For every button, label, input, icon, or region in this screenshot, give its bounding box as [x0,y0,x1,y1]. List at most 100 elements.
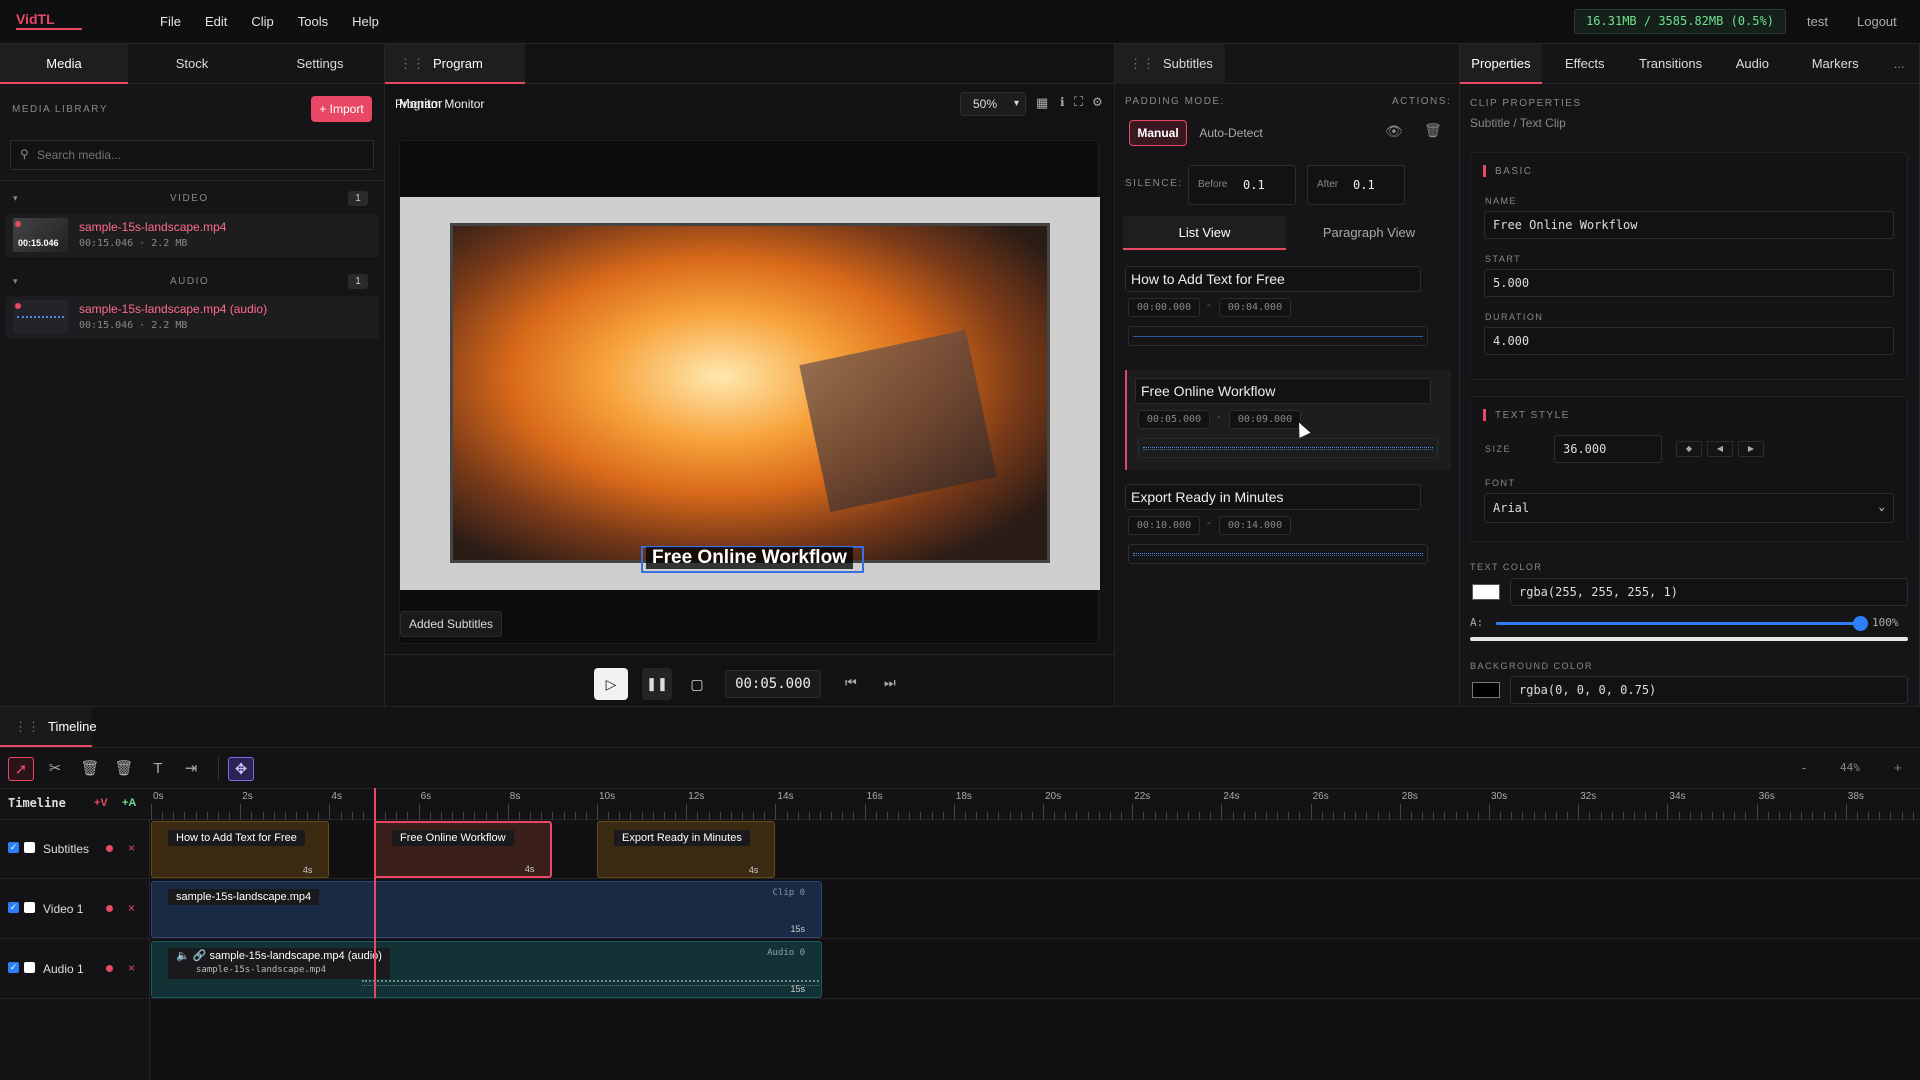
subtitle-end-field[interactable]: 00:09.000 [1229,410,1301,429]
pause-icon[interactable]: ❚❚ [642,668,672,700]
tab-media[interactable]: Media [0,44,128,84]
trash-icon[interactable]: 🗑 [111,757,137,781]
menu-clip[interactable]: Clip [251,14,273,29]
video-clip[interactable]: sample-15s-landscape.mp4 Clip 0 15s [151,881,823,938]
move-tool-icon[interactable]: ✥ [228,757,254,781]
track-lock-checkbox[interactable] [24,842,35,853]
tab-program-monitor[interactable]: ⋮⋮ Program Monitor [385,44,525,111]
playhead[interactable] [374,788,376,998]
track-visible-checkbox[interactable]: ✓ [8,962,19,973]
subtitle-item[interactable]: Export Ready in Minutes 00:10.000 - 00:1… [1125,484,1451,574]
tab-settings[interactable]: Settings [256,44,384,84]
size-field[interactable]: 36.000 [1554,435,1662,463]
subtitle-item[interactable]: How to Add Text for Free 00:00.000 - 00:… [1125,266,1451,356]
grid-icon[interactable]: ▦ [1036,95,1048,111]
stop-icon[interactable]: ▢ [682,668,712,700]
eye-icon[interactable]: 👁 [1385,123,1403,140]
zoom-in-button[interactable]: + [1894,760,1902,775]
zoom-select[interactable]: 50% ▾ [960,92,1026,116]
font-select[interactable]: Arial ⌄ [1484,493,1894,523]
delete-icon[interactable]: 🗑 [77,757,103,781]
auto-detect-button[interactable]: Auto-Detect [1191,120,1271,146]
media-item-video[interactable]: 00:15.046 sample-15s-landscape.mp4 00:15… [6,214,379,257]
chevron-down-icon[interactable]: ▾ [13,193,18,204]
menu-tools[interactable]: Tools [298,14,328,29]
scissors-icon[interactable]: ✂ [42,757,68,781]
subtitle-clip[interactable]: How to Add Text for Free 4s [151,821,330,878]
audio-clip[interactable]: 🔈 🔗 sample-15s-landscape.mp4 (audio) samp… [151,941,823,998]
track-lock-checkbox[interactable] [24,902,35,913]
duration-field[interactable]: 4.000 [1484,327,1894,355]
close-icon[interactable]: × [128,901,135,915]
subtitle-start-field[interactable]: 00:10.000 [1128,516,1200,535]
subtitle-text-field[interactable]: Free Online Workflow [1135,378,1431,404]
record-dot-icon[interactable] [106,845,113,852]
app-logo[interactable]: VidTL [16,11,55,27]
record-dot-icon[interactable] [106,905,113,912]
subtitle-clip-selected[interactable]: Free Online Workflow 4s [374,821,553,878]
tab-timeline[interactable]: ⋮⋮ Timeline [0,707,97,747]
split-icon[interactable]: ⇥ [178,757,204,781]
skip-back-icon[interactable]: ⏮ [845,675,857,691]
tab-stock[interactable]: Stock [128,44,256,84]
menu-edit[interactable]: Edit [205,14,227,29]
subtitle-item-active[interactable]: Free Online Workflow 00:05.000 - 00:09.0… [1125,370,1451,470]
tab-list-view[interactable]: List View [1123,216,1286,250]
name-field[interactable]: Free Online Workflow [1484,211,1894,239]
track-lock-checkbox[interactable] [24,962,35,973]
tab-paragraph-view[interactable]: Paragraph View [1286,216,1452,250]
track-visible-checkbox[interactable]: ✓ [8,842,19,853]
add-video-track-button[interactable]: +V [94,797,108,809]
subtitle-end-field[interactable]: 00:14.000 [1219,516,1291,535]
trash-icon[interactable]: 🗑 [1424,122,1442,139]
subtitle-start-field[interactable]: 00:00.000 [1128,298,1200,317]
silence-before-field[interactable]: Before 0.1 [1188,165,1296,205]
close-icon[interactable]: × [128,841,135,855]
subtitle-text-field[interactable]: Export Ready in Minutes [1125,484,1421,510]
text-color-swatch[interactable] [1472,584,1500,600]
subtitle-overlay[interactable]: Free Online Workflow [646,547,853,569]
skip-forward-icon[interactable]: ⏭ [884,675,896,691]
tab-effects[interactable]: Effects [1542,44,1628,84]
tab-transitions[interactable]: Transitions [1628,44,1714,84]
silence-after-field[interactable]: After 0.1 [1307,165,1405,205]
diamond-icon[interactable]: ◆ [1676,441,1702,457]
record-dot-icon[interactable] [106,965,113,972]
media-item-audio[interactable]: sample-15s-landscape.mp4 (audio) 00:15.0… [6,296,379,339]
bg-color-field[interactable]: rgba(0, 0, 0, 0.75) [1510,676,1908,704]
arrow-right-icon[interactable]: ▶ [1738,441,1764,457]
play-icon[interactable]: ▷ [594,668,628,700]
search-input[interactable] [37,145,367,165]
timeline-ruler[interactable]: 0s 2s 4s 6s 8s 10s 12s 14s 16s 18s 20s 22s 24s 26s 28s… [150,788,1920,820]
import-button[interactable]: + Import [311,96,372,122]
logout-button[interactable]: Logout [1857,14,1897,29]
text-color-field[interactable]: rgba(255, 255, 255, 1) [1510,578,1908,606]
track-visible-checkbox[interactable]: ✓ [8,902,19,913]
tab-properties[interactable]: Properties [1460,44,1542,84]
fullscreen-icon[interactable]: ⛶ [1074,94,1083,110]
subtitle-end-field[interactable]: 00:04.000 [1219,298,1291,317]
menu-file[interactable]: File [160,14,181,29]
arrow-left-icon[interactable]: ◀ [1707,441,1733,457]
zoom-out-button[interactable]: - [1802,760,1806,775]
tab-subtitles[interactable]: ⋮⋮ Subtitles [1115,44,1225,84]
subtitle-text-field[interactable]: How to Add Text for Free [1125,266,1421,292]
subtitle-clip[interactable]: Export Ready in Minutes 4s [597,821,776,878]
tab-audio[interactable]: Audio [1713,44,1791,84]
start-field[interactable]: 5.000 [1484,269,1894,297]
close-icon[interactable]: × [128,961,135,975]
manual-button[interactable]: Manual [1129,120,1187,146]
video-canvas[interactable]: Free Online Workflow [400,197,1100,590]
text-tool-icon[interactable]: T [145,757,171,781]
alpha-slider-thumb[interactable] [1853,616,1868,631]
settings-gear-icon[interactable]: ⚙ [1092,95,1103,109]
chevron-down-icon[interactable]: ▾ [13,276,18,287]
subtitle-start-field[interactable]: 00:05.000 [1138,410,1210,429]
tab-markers[interactable]: Markers [1791,44,1879,84]
menu-help[interactable]: Help [352,14,379,29]
bg-color-swatch[interactable] [1472,682,1500,698]
more-tabs-button[interactable]: ... [1879,44,1919,84]
add-audio-track-button[interactable]: +A [122,797,136,809]
select-tool-icon[interactable]: ➚ [8,757,34,781]
info-icon[interactable]: ℹ [1060,95,1065,109]
